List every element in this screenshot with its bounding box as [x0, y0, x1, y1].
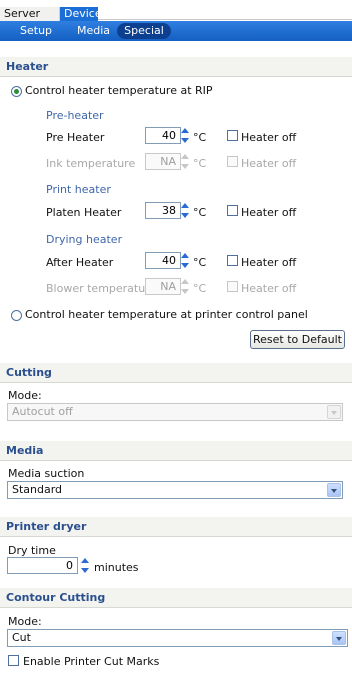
spin-down-icon [180, 162, 190, 170]
preheater-off-checkbox[interactable] [227, 130, 238, 141]
printer-cut-marks-checkbox[interactable] [8, 655, 19, 666]
section-media-title: Media [0, 441, 352, 461]
cutting-mode-label: Mode: [8, 389, 42, 402]
platen-spinner[interactable] [180, 202, 190, 219]
subtab-bar: Setup Media Special [0, 21, 352, 41]
ink-temp-value: NA [145, 153, 181, 170]
top-tabs: Server Device [0, 0, 352, 21]
spin-up-icon [180, 278, 190, 286]
print-heater-group-label: Print heater [46, 183, 111, 196]
cutting-mode-value: Autocut off [12, 405, 73, 418]
tab-server[interactable]: Server [0, 7, 60, 21]
blower-temp-off-checkbox [227, 281, 238, 292]
ink-temp-unit: °C [193, 157, 207, 170]
after-heater-off-label: Heater off [241, 256, 297, 269]
platen-unit: °C [193, 206, 207, 219]
spin-up-icon[interactable] [80, 557, 90, 565]
spin-up-icon[interactable] [180, 127, 190, 135]
spin-down-icon[interactable] [180, 136, 190, 144]
ink-temp-label: Ink temperature [46, 157, 136, 170]
preheater-label: Pre Heater [46, 131, 105, 144]
subtab-setup[interactable]: Setup [20, 21, 52, 41]
chevron-down-icon[interactable] [332, 631, 346, 645]
media-suction-select[interactable]: Standard [7, 481, 343, 499]
media-suction-value: Standard [12, 483, 63, 496]
spin-down-icon [180, 287, 190, 295]
printer-panel-label: Control heater temperature at printer co… [25, 308, 308, 321]
blower-temp-off-label: Heater off [241, 282, 297, 295]
after-heater-off-checkbox[interactable] [227, 255, 238, 266]
blower-temp-label: Blower temperature [46, 282, 157, 295]
minutes-label: minutes [94, 561, 139, 574]
dry-time-label: Dry time [8, 544, 56, 557]
ink-temp-spinner [180, 153, 190, 170]
after-heater-unit: °C [193, 256, 207, 269]
after-heater-value[interactable]: 40 [145, 252, 181, 269]
printer-cut-marks-label: Enable Printer Cut Marks [23, 655, 160, 668]
section-cutting-title: Cutting [0, 363, 352, 383]
spin-down-icon[interactable] [80, 566, 90, 574]
preheater-value[interactable]: 40 [145, 127, 181, 144]
platen-off-checkbox[interactable] [227, 205, 238, 216]
platen-value[interactable]: 38 [145, 202, 181, 219]
spin-up-icon[interactable] [180, 252, 190, 260]
section-contour-title: Contour Cutting [0, 588, 352, 608]
contour-mode-value: Cut [12, 631, 31, 644]
contour-mode-select[interactable]: Cut [7, 629, 348, 647]
after-heater-label: After Heater [46, 256, 114, 269]
ink-temp-off-checkbox [227, 156, 238, 167]
drying-group-label: Drying heater [46, 233, 123, 246]
media-suction-label: Media suction [8, 467, 85, 480]
printer-panel-radio[interactable] [11, 310, 22, 321]
after-heater-spinner[interactable] [180, 252, 190, 269]
subtab-special[interactable]: Special [117, 23, 171, 39]
rip-control-radio[interactable] [11, 86, 22, 97]
preheater-unit: °C [193, 131, 207, 144]
subtab-media[interactable]: Media [77, 21, 110, 41]
spin-up-icon[interactable] [180, 202, 190, 210]
preheater-spinner[interactable] [180, 127, 190, 144]
platen-off-label: Heater off [241, 206, 297, 219]
dry-time-spinner[interactable] [80, 557, 90, 574]
blower-temp-unit: °C [193, 282, 207, 295]
spin-down-icon[interactable] [180, 261, 190, 269]
section-dryer-title: Printer dryer [0, 517, 352, 537]
contour-mode-label: Mode: [8, 615, 42, 628]
cutting-mode-select: Autocut off [7, 403, 343, 421]
platen-label: Platen Heater [46, 206, 122, 219]
chevron-down-icon[interactable] [327, 483, 341, 497]
blower-temp-spinner [180, 278, 190, 295]
preheater-group-label: Pre-heater [46, 109, 104, 122]
rip-control-label: Control heater temperature at RIP [25, 84, 213, 97]
preheater-off-label: Heater off [241, 131, 297, 144]
blower-temp-value: NA [145, 278, 181, 295]
tab-device[interactable]: Device [60, 7, 102, 21]
spin-up-icon [180, 153, 190, 161]
section-heater-title: Heater [0, 57, 352, 77]
chevron-down-icon [327, 405, 341, 419]
dry-time-value[interactable]: 0 [7, 557, 78, 574]
ink-temp-off-label: Heater off [241, 157, 297, 170]
spin-down-icon[interactable] [180, 211, 190, 219]
reset-to-default-button[interactable]: Reset to Default [250, 330, 345, 349]
